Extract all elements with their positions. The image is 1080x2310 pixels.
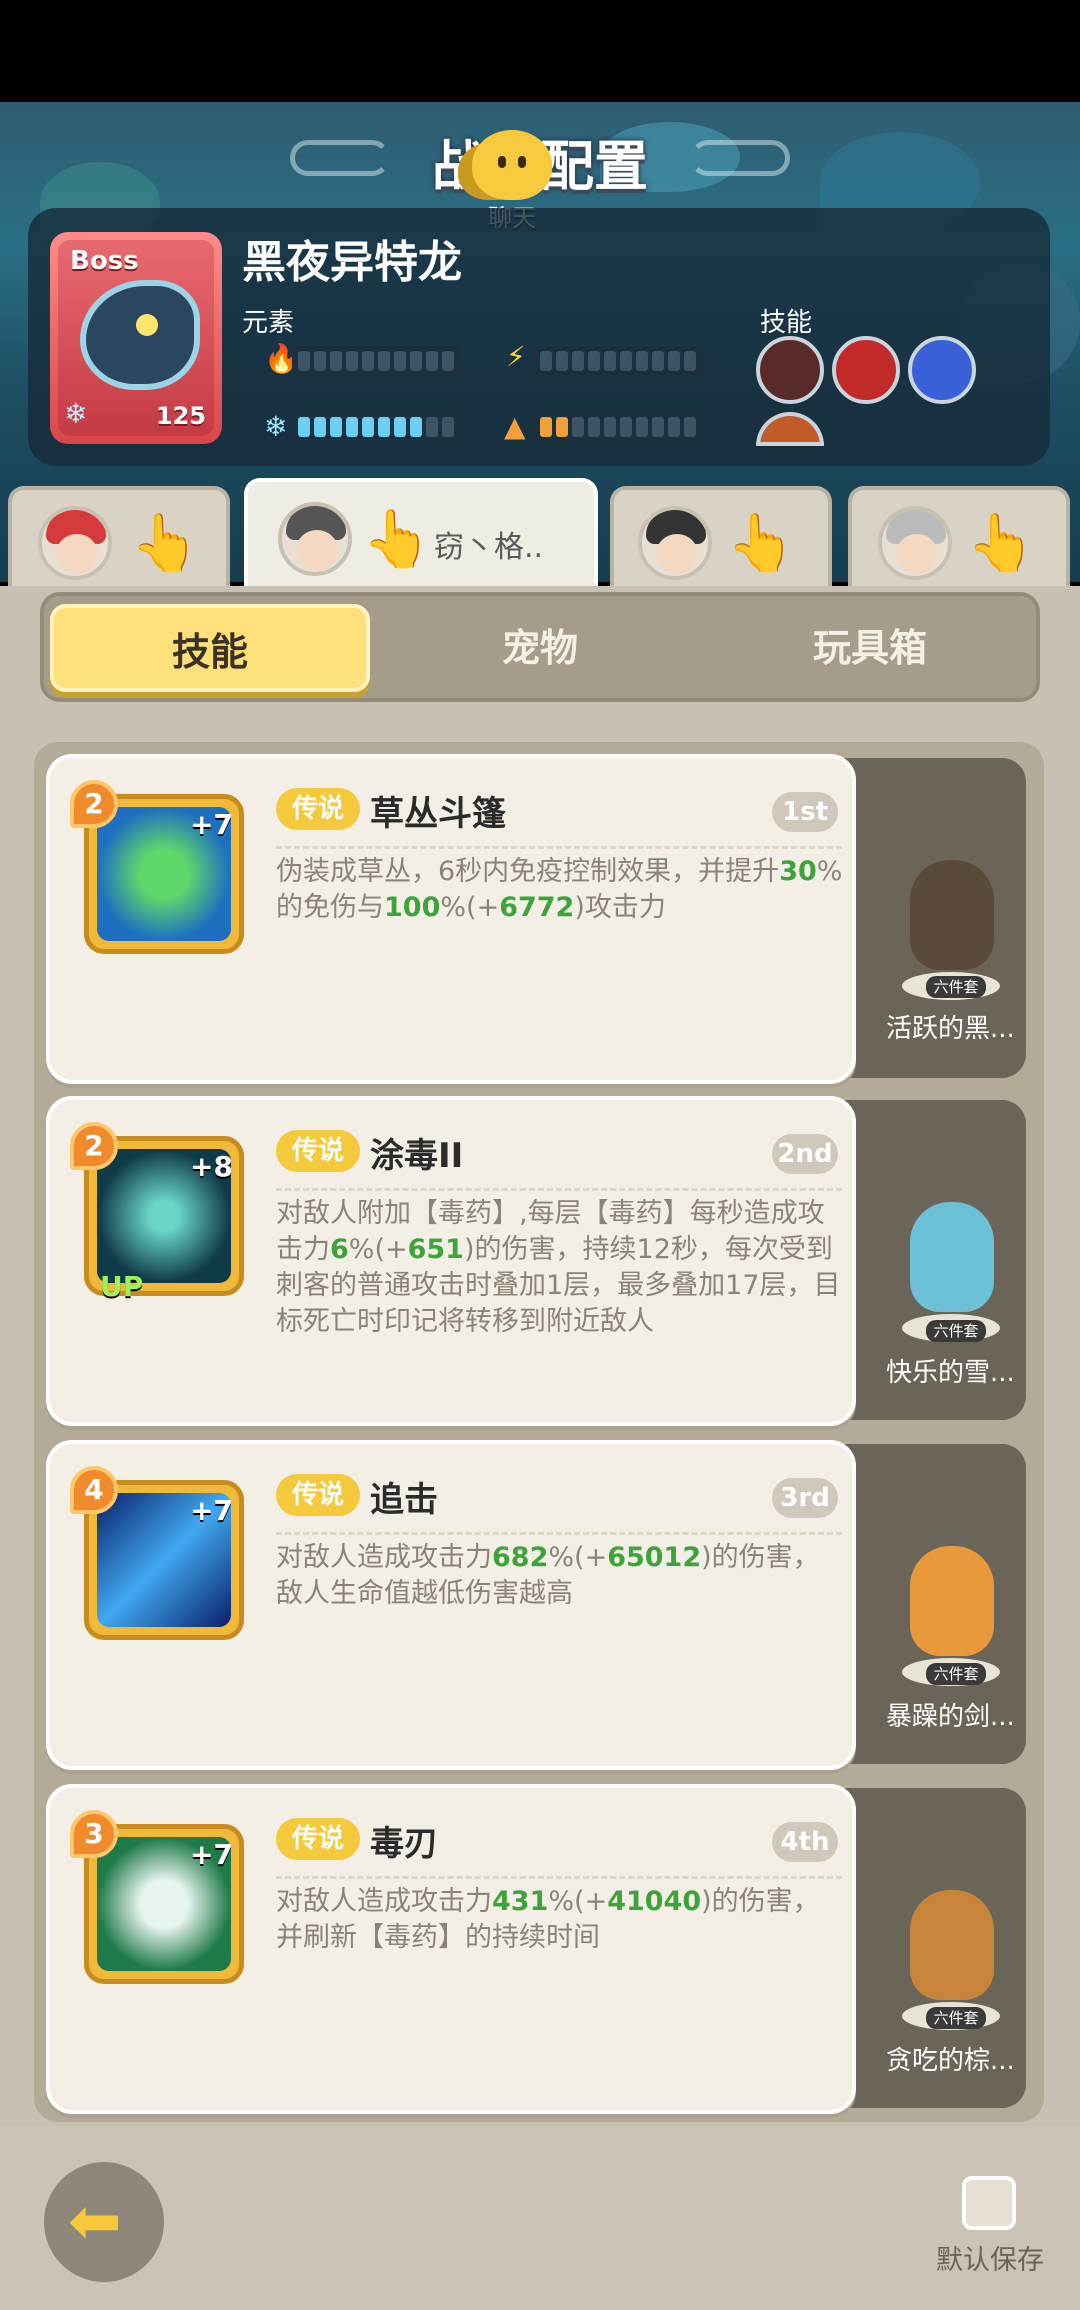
skill-rank: 1st: [772, 792, 838, 832]
set-label: 六件套: [926, 2007, 986, 2029]
skill-description: 伪装成草丛，6秒内免疫控制效果，并提升30%的免伤与100%(+6772)攻击力: [276, 856, 843, 923]
skill-plus: +7: [190, 1838, 233, 1871]
default-save-checkbox[interactable]: [962, 2176, 1016, 2230]
skill-rank: 2nd: [772, 1134, 838, 1174]
rarity-badge: 传说: [276, 1818, 360, 1860]
skill-card-3[interactable]: 4 +7 传说 追击 3rd 对敌人造成攻击力682%(+65012)的伤害，敌…: [46, 1440, 856, 1770]
segment-control: 技能 宠物 玩具箱: [40, 592, 1040, 702]
skill-name: 追击: [370, 1480, 438, 1520]
boss-level: 125: [155, 402, 206, 430]
character-tabs: 👆 👆 窃丶格.. 👆 👆: [0, 478, 1080, 588]
skill-up-label: UP: [100, 1270, 144, 1303]
skill-plus: +7: [190, 808, 233, 841]
pet-name: 暴躁的剑...: [886, 1702, 1015, 1732]
tab-character-3[interactable]: 👆: [610, 486, 832, 586]
skill-level-badge: 4: [70, 1466, 118, 1514]
skill-name: 草丛斗篷: [370, 794, 506, 834]
boss-skill-bird-icon[interactable]: [832, 336, 900, 404]
pointer-hand-icon: 👆: [362, 507, 432, 572]
skill-card-4[interactable]: 3 +7 传说 毒刃 4th 对敌人造成攻击力431%(+41040)的伤害，并…: [46, 1784, 856, 2114]
tab-character-4[interactable]: 👆: [848, 486, 1070, 586]
chat-icon: [472, 130, 552, 200]
skill-description: 对敌人造成攻击力431%(+41040)的伤害，并刷新【毒药】的持续时间: [276, 1886, 820, 1953]
lightning-icon: ⚡: [506, 340, 526, 373]
ice-element-icon: ❄: [64, 397, 88, 430]
segment-toybox[interactable]: 玩具箱: [710, 604, 1030, 692]
pet-name: 快乐的雪...: [886, 1358, 1015, 1388]
ice-bar: [292, 412, 462, 442]
skill-plus: +7: [190, 1494, 233, 1527]
back-arrow-icon: ⬅: [68, 2185, 122, 2259]
element-label: 元素: [242, 308, 295, 338]
skill-level-badge: 3: [70, 1810, 118, 1858]
skill-level-badge: 2: [70, 1122, 118, 1170]
tab-character-1[interactable]: 👆: [8, 486, 230, 586]
screen: 战斗配置 聊天 Boss ❄ 125 黑夜异特龙 元素 技能 🔥 ⚡ ❄ ▲ 👆…: [0, 0, 1080, 2310]
rarity-badge: 传说: [276, 1474, 360, 1516]
skill-name: 涂毒II: [370, 1136, 464, 1176]
segment-skills[interactable]: 技能: [50, 604, 370, 692]
skill-level-badge: 2: [70, 780, 118, 828]
skill-label: 技能: [760, 308, 813, 338]
skill-rank: 4th: [772, 1822, 838, 1862]
skill-card-2[interactable]: 2 +8 UP 传说 涂毒II 2nd 对敌人附加【毒药】,每层【毒药】每秒造成…: [46, 1096, 856, 1426]
pet-name: 活跃的黑...: [886, 1014, 1015, 1044]
fire-bar: [292, 346, 462, 376]
set-label: 六件套: [926, 1320, 986, 1342]
boss-name: 黑夜异特龙: [242, 237, 462, 288]
boss-tag: Boss: [70, 246, 139, 276]
boss-skill-bite-icon[interactable]: [756, 336, 824, 404]
boss-portrait[interactable]: Boss ❄ 125: [50, 232, 222, 444]
lightning-bar: [534, 346, 706, 376]
tab-character-name: 窃丶格..: [434, 530, 544, 565]
rarity-badge: 传说: [276, 788, 360, 830]
set-label: 六件套: [926, 1663, 986, 1685]
set-label: 六件套: [926, 976, 986, 998]
skill-card-1[interactable]: 2 +7 传说 草丛斗篷 1st 伪装成草丛，6秒内免疫控制效果，并提升30%的…: [46, 754, 856, 1084]
default-save-label: 默认保存: [936, 2245, 1044, 2276]
skill-description: 对敌人造成攻击力682%(+65012)的伤害，敌人生命值越低伤害越高: [276, 1542, 820, 1609]
pointer-hand-icon: 👆: [130, 511, 200, 576]
skill-name: 毒刃: [370, 1824, 438, 1864]
status-bar: [0, 0, 1080, 102]
tab-character-2[interactable]: 👆 窃丶格..: [244, 478, 598, 588]
pet-name: 贪吃的棕...: [886, 2046, 1015, 2076]
skill-plus: +8: [190, 1150, 233, 1183]
rarity-badge: 传说: [276, 1130, 360, 1172]
ice-icon: ❄: [264, 410, 288, 443]
back-button[interactable]: ⬅: [44, 2162, 164, 2282]
skill-rank: 3rd: [772, 1478, 838, 1518]
segment-pets[interactable]: 宠物: [380, 604, 700, 692]
pointer-hand-icon: 👆: [966, 511, 1036, 576]
boss-skill-lightning-icon[interactable]: [908, 336, 976, 404]
skill-description: 对敌人附加【毒药】,每层【毒药】每秒造成攻击力6%(+651)的伤害，持续12秒…: [276, 1198, 841, 1337]
dragon-image: [80, 280, 200, 390]
earth-icon: ▲: [504, 410, 526, 443]
earth-bar: [534, 412, 706, 442]
pointer-hand-icon: 👆: [726, 511, 796, 576]
